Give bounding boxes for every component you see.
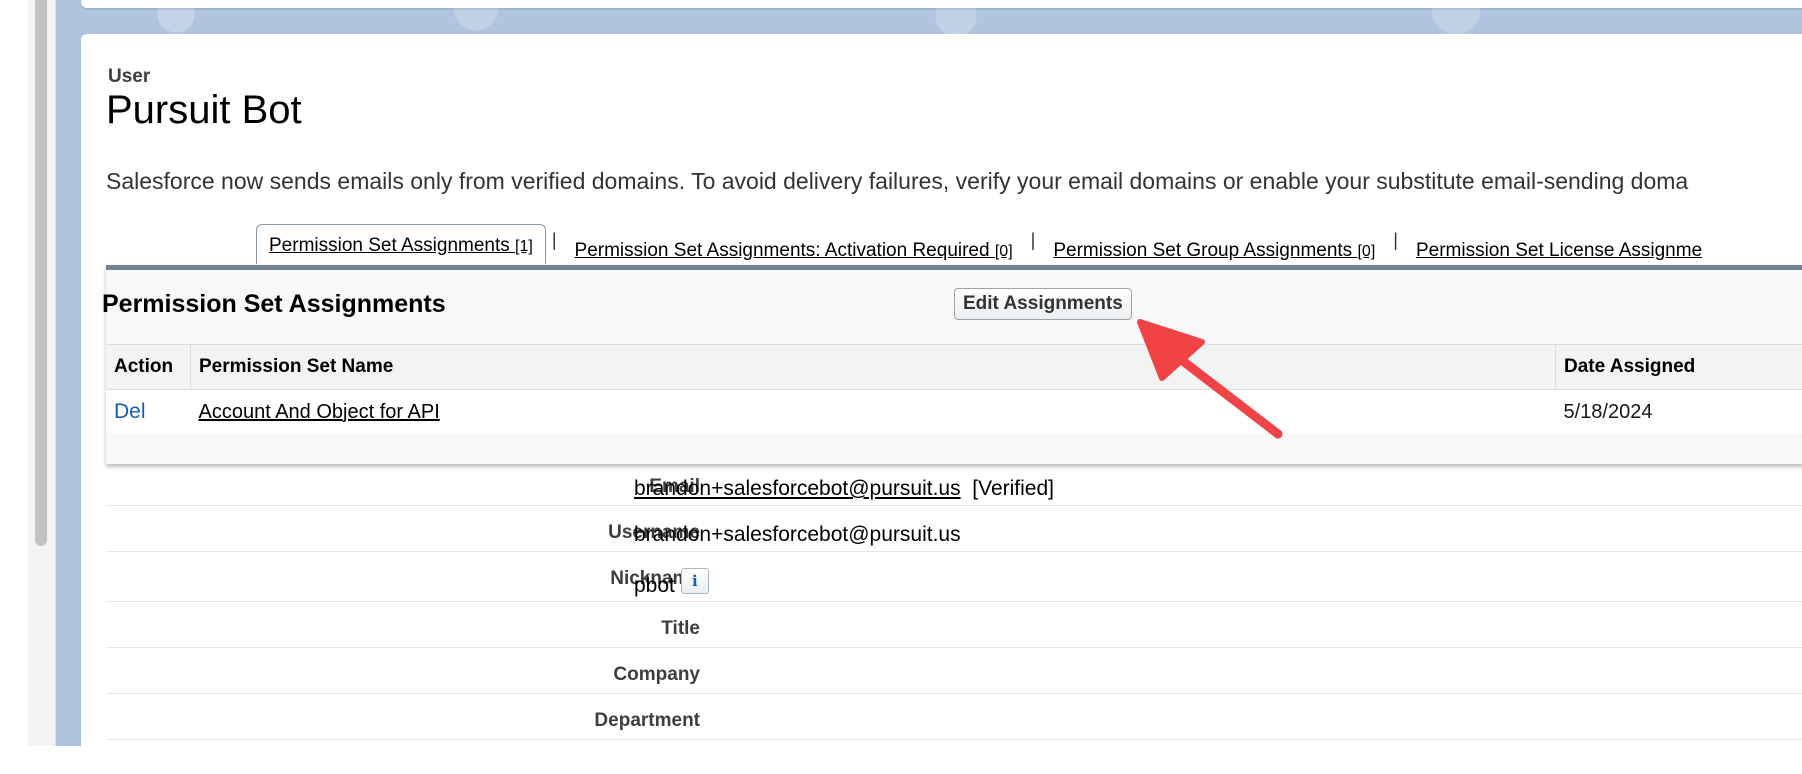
tab-permission-set-assignments-activation-required[interactable]: Permission Set Assignments: Activation R…: [563, 232, 1025, 264]
tab-separator: |: [1025, 230, 1042, 259]
nickname-text: pbot: [634, 574, 675, 597]
scrollbar-thumb[interactable]: [35, 0, 47, 546]
verified-badge: [Verified]: [972, 477, 1054, 500]
info-icon[interactable]: i: [681, 568, 709, 594]
email-link[interactable]: brandon+salesforcebot@pursuit.us: [634, 477, 961, 500]
related-list-title: Permission Set Assignments: [102, 290, 446, 319]
app-left-edge: [0, 0, 28, 746]
title-label: Title: [661, 618, 700, 640]
tab-label: Permission Set Group Assignments: [1053, 240, 1352, 261]
tab-count: [0]: [995, 243, 1013, 260]
date-assigned-cell: 5/18/2024: [1556, 390, 1802, 435]
tab-label: Permission Set Assignments: Activation R…: [575, 240, 990, 261]
header-card: [81, 0, 1802, 8]
column-header-action: Action: [106, 345, 191, 390]
tab-permission-set-assignments[interactable]: Permission Set Assignments [1]: [256, 224, 546, 264]
tab-separator: |: [1387, 230, 1404, 259]
edit-assignments-button[interactable]: Edit Assignments: [954, 288, 1132, 320]
tab-label: Permission Set Assignments: [269, 235, 510, 256]
table-row: Del Account And Object for API 5/18/2024: [106, 390, 1802, 435]
detail-row-title: Title: [106, 602, 1802, 648]
username-value: brandon+salesforcebot@pursuit.us: [634, 523, 961, 547]
detail-row-nickname: Nickname pboti: [106, 552, 1802, 602]
detail-row-email: Email brandon+salesforcebot@pursuit.us […: [106, 460, 1802, 506]
detail-row-username: Username brandon+salesforcebot@pursuit.u…: [106, 506, 1802, 552]
table-header-row: Action Permission Set Name Date Assigned: [106, 345, 1802, 390]
delete-link[interactable]: Del: [114, 400, 146, 423]
related-list-footer: [106, 433, 1802, 459]
tab-count: [0]: [1357, 243, 1375, 260]
column-header-date-assigned: Date Assigned: [1556, 345, 1802, 390]
related-list-tabs: Permission Set Assignments [1] | Permiss…: [256, 224, 1714, 264]
tab-label: Permission Set License Assignme: [1416, 240, 1702, 261]
tab-count: [1]: [515, 238, 533, 255]
email-value: brandon+salesforcebot@pursuit.us [Verifi…: [634, 477, 1054, 501]
permission-set-link[interactable]: Account And Object for API: [199, 401, 440, 423]
email-domain-notice: Salesforce now sends emails only from ve…: [106, 168, 1688, 195]
tab-permission-set-license-assignments[interactable]: Permission Set License Assignme: [1404, 232, 1714, 264]
object-type-label: User: [108, 66, 150, 88]
user-detail-section: Email brandon+salesforcebot@pursuit.us […: [106, 460, 1802, 740]
permission-set-assignments-list: Permission Set Assignments Edit Assignme…: [106, 265, 1802, 464]
department-label: Department: [594, 710, 700, 732]
company-label: Company: [613, 664, 700, 686]
assignments-table: Action Permission Set Name Date Assigned…: [106, 344, 1802, 435]
detail-row-department: Department: [106, 694, 1802, 740]
action-cell: Del: [106, 390, 191, 435]
permission-set-name-cell: Account And Object for API: [191, 390, 1556, 435]
nickname-value: pboti: [634, 574, 709, 598]
tab-permission-set-group-assignments[interactable]: Permission Set Group Assignments [0]: [1041, 232, 1387, 264]
column-header-permission-set-name: Permission Set Name: [191, 345, 1556, 390]
detail-row-company: Company: [106, 648, 1802, 694]
page-title: Pursuit Bot: [106, 88, 302, 133]
tab-separator: |: [546, 230, 563, 259]
